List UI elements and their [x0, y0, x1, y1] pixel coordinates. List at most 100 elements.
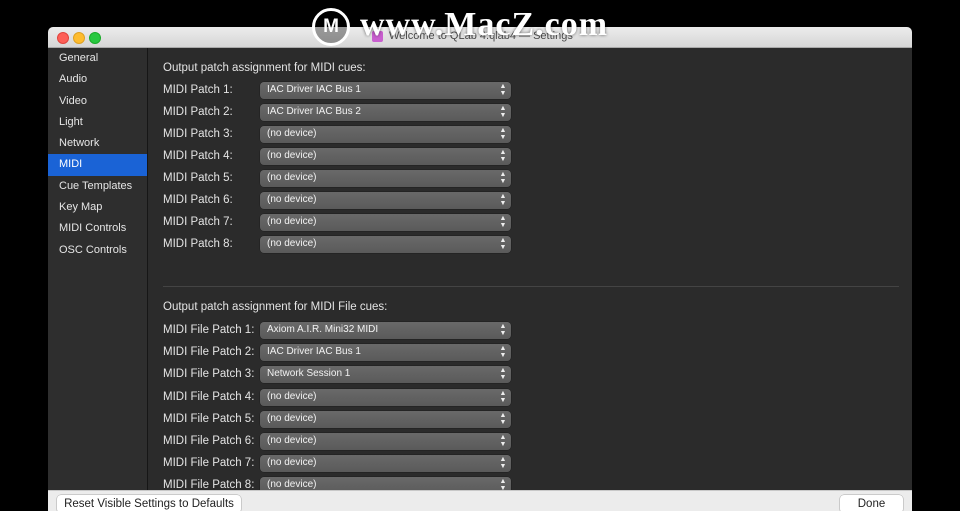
updown-chevron-icon: ▲ ▼ — [499, 456, 507, 470]
midi-patch-label: MIDI Patch 3: — [163, 128, 233, 140]
midi-file-patch-label: MIDI File Patch 7: — [163, 457, 255, 469]
midi-patch-row: MIDI Patch 1: IAC Driver IAC Bus 1 ▲ ▼ — [163, 82, 523, 100]
midi-patch-7-popup[interactable]: (no device) ▲ ▼ — [260, 214, 511, 231]
midi-patch-label: MIDI Patch 2: — [163, 106, 233, 118]
midi-patch-row: MIDI Patch 3: (no device) ▲ ▼ — [163, 126, 523, 144]
popup-value: (no device) — [267, 238, 317, 249]
sidebar-item-network[interactable]: Network — [48, 133, 147, 154]
updown-chevron-icon: ▲ ▼ — [499, 390, 507, 404]
midi-patch-1-popup[interactable]: IAC Driver IAC Bus 1 ▲ ▼ — [260, 82, 511, 99]
midi-section-title: Output patch assignment for MIDI cues: — [163, 62, 366, 74]
midi-patch-8-popup[interactable]: (no device) ▲ ▼ — [260, 236, 511, 253]
updown-chevron-icon: ▲ ▼ — [499, 215, 507, 229]
popup-value: (no device) — [267, 194, 317, 205]
sidebar-item-cue-templates[interactable]: Cue Templates — [48, 176, 147, 197]
midi-file-patch-label: MIDI File Patch 1: — [163, 324, 255, 336]
updown-chevron-icon: ▲ ▼ — [499, 193, 507, 207]
midi-file-patch-label: MIDI File Patch 6: — [163, 435, 255, 447]
settings-sidebar: General Audio Video Light Network MIDI C… — [48, 48, 148, 490]
section-divider — [163, 286, 899, 287]
updown-chevron-icon: ▲ ▼ — [499, 83, 507, 97]
reset-defaults-button[interactable]: Reset Visible Settings to Defaults — [57, 495, 241, 511]
updown-chevron-icon: ▲ ▼ — [499, 434, 507, 448]
midi-file-patch-5-popup[interactable]: (no device) ▲ ▼ — [260, 411, 511, 428]
midi-file-patch-label: MIDI File Patch 2: — [163, 346, 255, 358]
midi-patch-label: MIDI Patch 1: — [163, 84, 233, 96]
popup-value: (no device) — [267, 391, 317, 402]
sidebar-item-audio[interactable]: Audio — [48, 69, 147, 90]
sidebar-item-midi-controls[interactable]: MIDI Controls — [48, 218, 147, 239]
minimize-window-button[interactable] — [73, 32, 85, 44]
updown-chevron-icon: ▲ ▼ — [499, 105, 507, 119]
updown-chevron-icon: ▲ ▼ — [499, 412, 507, 426]
popup-value: (no device) — [267, 128, 317, 139]
midi-file-patch-2-popup[interactable]: IAC Driver IAC Bus 1 ▲ ▼ — [260, 344, 511, 361]
midi-file-patch-6-popup[interactable]: (no device) ▲ ▼ — [260, 433, 511, 450]
midi-patch-row: MIDI Patch 8: (no device) ▲ ▼ — [163, 236, 523, 254]
popup-value: (no device) — [267, 479, 317, 490]
midi-patch-label: MIDI Patch 4: — [163, 150, 233, 162]
midi-file-patch-3-popup[interactable]: Network Session 1 ▲ ▼ — [260, 366, 511, 383]
midi-patch-row: MIDI Patch 2: IAC Driver IAC Bus 2 ▲ ▼ — [163, 104, 523, 122]
midi-file-patch-row: MIDI File Patch 1: Axiom A.I.R. Mini32 M… — [163, 322, 523, 340]
midi-file-patch-4-popup[interactable]: (no device) ▲ ▼ — [260, 389, 511, 406]
midi-file-patch-label: MIDI File Patch 4: — [163, 391, 255, 403]
popup-value: (no device) — [267, 150, 317, 161]
midi-file-patch-7-popup[interactable]: (no device) ▲ ▼ — [260, 455, 511, 472]
popup-value: (no device) — [267, 216, 317, 227]
sidebar-item-midi[interactable]: MIDI — [48, 154, 147, 176]
sidebar-item-general[interactable]: General — [48, 48, 147, 69]
done-button[interactable]: Done — [840, 495, 903, 511]
zoom-window-button[interactable] — [89, 32, 101, 44]
updown-chevron-icon: ▲ ▼ — [499, 237, 507, 251]
watermark-text: www.MacZ.com — [360, 6, 609, 43]
updown-chevron-icon: ▲ ▼ — [499, 171, 507, 185]
midi-patch-row: MIDI Patch 4: (no device) ▲ ▼ — [163, 148, 523, 166]
midi-patch-4-popup[interactable]: (no device) ▲ ▼ — [260, 148, 511, 165]
midi-file-patch-row: MIDI File Patch 7: (no device) ▲ ▼ — [163, 455, 523, 473]
midi-patch-row: MIDI Patch 7: (no device) ▲ ▼ — [163, 214, 523, 232]
popup-value: (no device) — [267, 413, 317, 424]
updown-chevron-icon: ▲ ▼ — [499, 367, 507, 381]
macz-logo-icon: M — [312, 8, 350, 46]
popup-value: Axiom A.I.R. Mini32 MIDI — [267, 324, 379, 335]
midi-patch-label: MIDI Patch 7: — [163, 216, 233, 228]
updown-chevron-icon: ▲ ▼ — [499, 323, 507, 337]
sidebar-item-video[interactable]: Video — [48, 91, 147, 112]
popup-value: IAC Driver IAC Bus 1 — [267, 346, 361, 357]
sidebar-item-light[interactable]: Light — [48, 112, 147, 133]
settings-footer: Reset Visible Settings to Defaults Done — [48, 490, 912, 511]
midi-file-patch-row: MIDI File Patch 6: (no device) ▲ ▼ — [163, 433, 523, 451]
midi-file-patch-1-popup[interactable]: Axiom A.I.R. Mini32 MIDI ▲ ▼ — [260, 322, 511, 339]
midi-patch-5-popup[interactable]: (no device) ▲ ▼ — [260, 170, 511, 187]
popup-value: (no device) — [267, 457, 317, 468]
midi-patch-row: MIDI Patch 5: (no device) ▲ ▼ — [163, 170, 523, 188]
midi-file-patch-row: MIDI File Patch 3: Network Session 1 ▲ ▼ — [163, 366, 523, 384]
midi-patch-label: MIDI Patch 5: — [163, 172, 233, 184]
popup-value: IAC Driver IAC Bus 2 — [267, 106, 361, 117]
midi-patch-2-popup[interactable]: IAC Driver IAC Bus 2 ▲ ▼ — [260, 104, 511, 121]
midi-file-patch-row: MIDI File Patch 4: (no device) ▲ ▼ — [163, 389, 523, 407]
midi-patch-label: MIDI Patch 6: — [163, 194, 233, 206]
updown-chevron-icon: ▲ ▼ — [499, 127, 507, 141]
popup-value: (no device) — [267, 435, 317, 446]
updown-chevron-icon: ▲ ▼ — [499, 149, 507, 163]
close-window-button[interactable] — [57, 32, 69, 44]
midi-file-section-title: Output patch assignment for MIDI File cu… — [163, 301, 388, 313]
settings-window: Welcome to QLab 4.qlab4 — Settings Gener… — [48, 27, 912, 511]
popup-value: IAC Driver IAC Bus 1 — [267, 84, 361, 95]
popup-value: (no device) — [267, 172, 317, 183]
midi-file-patch-label: MIDI File Patch 5: — [163, 413, 255, 425]
midi-patch-6-popup[interactable]: (no device) ▲ ▼ — [260, 192, 511, 209]
midi-file-patch-label: MIDI File Patch 3: — [163, 368, 255, 380]
sidebar-item-key-map[interactable]: Key Map — [48, 197, 147, 218]
midi-file-patch-row: MIDI File Patch 2: IAC Driver IAC Bus 1 … — [163, 344, 523, 362]
popup-value: Network Session 1 — [267, 368, 351, 379]
sidebar-item-osc-controls[interactable]: OSC Controls — [48, 240, 147, 261]
midi-file-patch-row: MIDI File Patch 5: (no device) ▲ ▼ — [163, 411, 523, 429]
midi-patch-label: MIDI Patch 8: — [163, 238, 233, 250]
updown-chevron-icon: ▲ ▼ — [499, 345, 507, 359]
midi-settings-pane: Output patch assignment for MIDI cues: M… — [148, 48, 912, 494]
midi-patch-3-popup[interactable]: (no device) ▲ ▼ — [260, 126, 511, 143]
midi-patch-row: MIDI Patch 6: (no device) ▲ ▼ — [163, 192, 523, 210]
